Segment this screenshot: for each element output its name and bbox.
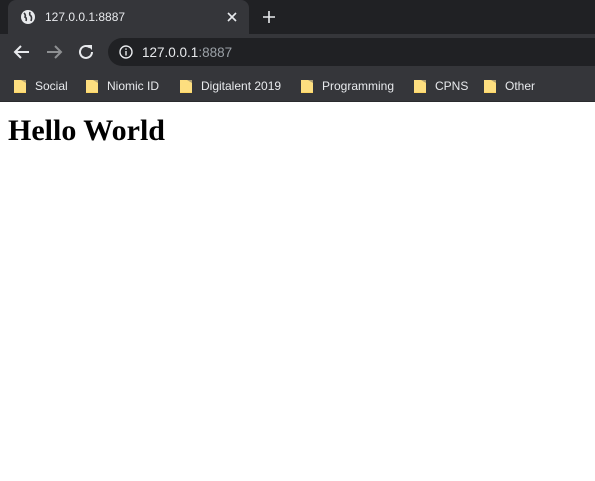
reload-button[interactable]	[75, 41, 97, 63]
bookmark-social[interactable]: Social	[14, 70, 68, 102]
folder-icon	[180, 79, 192, 93]
bookmark-label: CPNS	[435, 79, 469, 93]
bookmark-niomic-id[interactable]: Niomic ID	[86, 70, 159, 102]
folder-icon	[14, 79, 26, 93]
bookmark-label: Digitalent 2019	[201, 79, 282, 93]
url-text: 127.0.0.1:8887	[142, 45, 232, 60]
bookmark-label: Social	[35, 79, 68, 93]
bookmark-cpns[interactable]: CPNS	[414, 70, 468, 102]
folder-icon	[301, 79, 313, 93]
bookmark-label: Programming	[322, 79, 395, 93]
close-icon[interactable]	[224, 9, 240, 25]
globe-icon	[20, 9, 36, 25]
new-tab-button[interactable]	[259, 7, 279, 27]
folder-icon	[484, 79, 496, 93]
folder-icon	[414, 79, 426, 93]
bookmark-digitalent-2019[interactable]: Digitalent 2019	[180, 70, 281, 102]
url-host: 127.0.0.1	[142, 45, 199, 60]
tab-title: 127.0.0.1:8887	[45, 10, 126, 24]
page-heading: Hello World	[8, 114, 165, 147]
bookmark-programming[interactable]: Programming	[301, 70, 394, 102]
bookmark-label: Niomic ID	[107, 79, 160, 93]
tab-active[interactable]: 127.0.0.1:8887	[8, 0, 249, 34]
folder-icon	[86, 79, 98, 93]
address-bar[interactable]: 127.0.0.1:8887	[108, 38, 595, 66]
forward-button[interactable]	[43, 41, 65, 63]
bookmarks-bar: Social Niomic ID Digitalent 2019 Program…	[0, 70, 595, 102]
info-icon[interactable]	[119, 45, 133, 59]
tab-strip: 127.0.0.1:8887	[0, 0, 595, 34]
plus-icon	[263, 11, 275, 23]
url-port: :8887	[198, 45, 233, 60]
bookmark-label: Other	[505, 79, 536, 93]
bookmark-other[interactable]: Other	[484, 70, 535, 102]
arrow-right-icon	[47, 45, 63, 59]
toolbar: 127.0.0.1:8887	[0, 34, 595, 70]
reload-icon	[79, 44, 93, 59]
page-content: Hello World	[0, 103, 595, 481]
arrow-left-icon	[13, 45, 29, 59]
back-button[interactable]	[11, 41, 33, 63]
